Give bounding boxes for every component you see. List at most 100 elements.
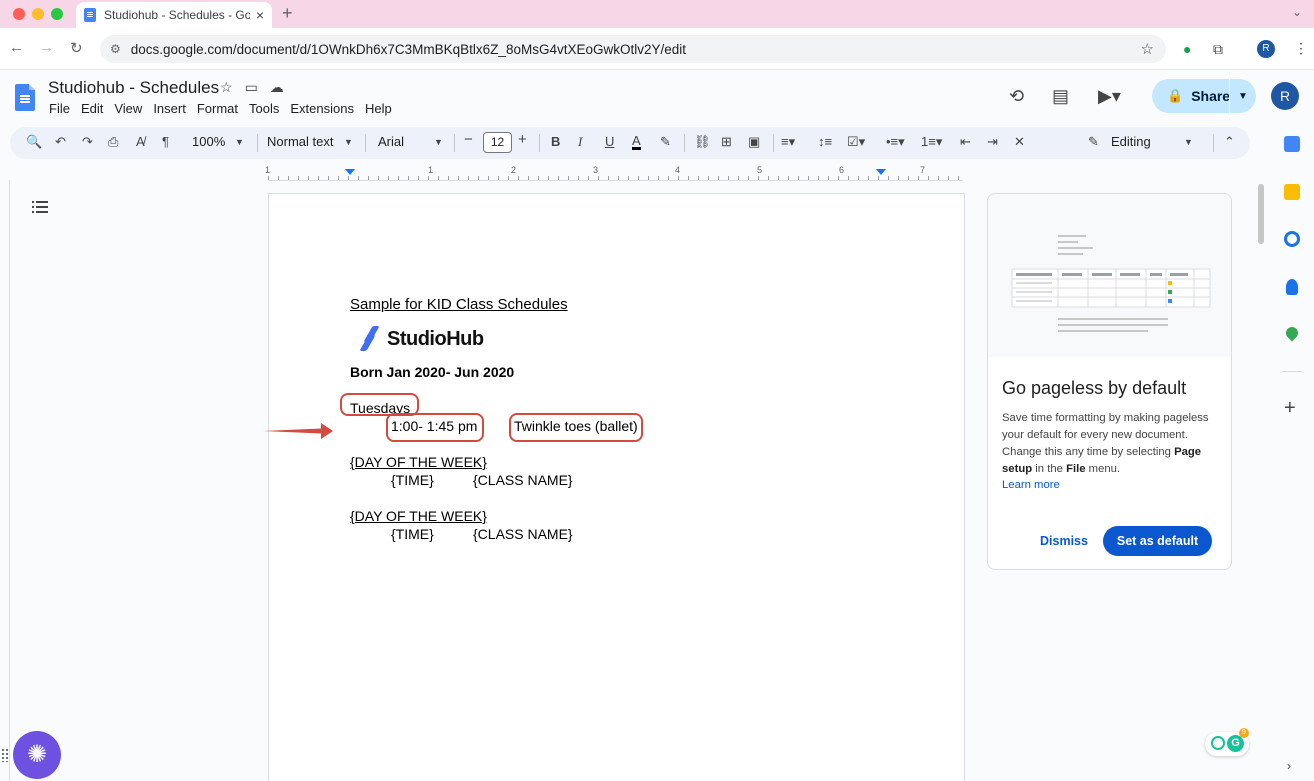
- collapse-toolbar-icon[interactable]: ⌃: [1224, 134, 1235, 150]
- drag-handle-icon[interactable]: [1, 748, 9, 762]
- ruler[interactable]: 1 1 2 3 4 5 6 7: [265, 165, 963, 181]
- assistant-fab-icon[interactable]: ✺: [13, 731, 61, 779]
- insert-link-icon[interactable]: ⛓: [694, 134, 711, 150]
- paragraph-style-select[interactable]: Normal text: [267, 134, 333, 149]
- menu-help[interactable]: Help: [365, 101, 392, 116]
- menu-tools[interactable]: Tools: [249, 101, 279, 116]
- grammarly-extension-icon[interactable]: ●: [1183, 41, 1191, 57]
- browser-tab[interactable]: Studiohub - Schedules - Goo ×: [76, 2, 272, 28]
- text-color-icon[interactable]: A: [632, 134, 641, 150]
- right-indent-marker[interactable]: [876, 169, 886, 175]
- style-dropdown-icon[interactable]: ▼: [344, 137, 353, 147]
- version-history-icon[interactable]: ⟲: [1009, 86, 1024, 107]
- checklist-icon[interactable]: ☑▾: [847, 134, 865, 150]
- share-dropdown-icon[interactable]: ▼: [1238, 91, 1248, 102]
- ruler-number: 4: [675, 165, 681, 175]
- menu-bar: File Edit View Insert Format Tools Exten…: [49, 101, 403, 116]
- menu-format[interactable]: Format: [197, 101, 238, 116]
- url-field[interactable]: ⚙ docs.google.com/document/d/1OWnkDh6x7C…: [100, 35, 1166, 63]
- numbered-list-icon[interactable]: 1≡▾: [921, 134, 942, 150]
- editing-pencil-icon[interactable]: ✎: [1088, 134, 1099, 150]
- browser-profile-avatar[interactable]: R: [1257, 40, 1275, 58]
- move-folder-icon[interactable]: ▭: [245, 79, 270, 95]
- hide-side-panel-icon[interactable]: ›: [1287, 759, 1291, 773]
- browser-menu-icon[interactable]: ⋮: [1294, 40, 1308, 57]
- forward-arrow-icon[interactable]: →: [39, 39, 54, 56]
- vertical-scrollbar[interactable]: [1258, 184, 1264, 244]
- underline-icon[interactable]: U: [605, 134, 614, 149]
- zoom-select[interactable]: 100%: [192, 134, 225, 149]
- document-title[interactable]: Studiohub - Schedules: [48, 78, 219, 98]
- italic-icon[interactable]: I: [578, 134, 582, 150]
- ruler-number: 1: [265, 165, 271, 175]
- contacts-icon[interactable]: [1286, 279, 1298, 295]
- clear-formatting-icon[interactable]: ✕: [1014, 134, 1025, 150]
- grammarly-widget[interactable]: G 9: [1205, 728, 1249, 756]
- maps-icon[interactable]: [1283, 324, 1301, 342]
- redo-icon[interactable]: ↷: [82, 134, 93, 150]
- highlight-color-icon[interactable]: ✎: [660, 134, 671, 150]
- tasks-icon[interactable]: [1284, 231, 1300, 247]
- print-icon[interactable]: ⎙: [108, 134, 118, 150]
- font-dropdown-icon[interactable]: ▼: [434, 137, 443, 147]
- line-spacing-icon[interactable]: ↕≡: [818, 134, 832, 149]
- side-panel: + ›: [1270, 127, 1314, 781]
- decrease-font-size-icon[interactable]: −: [464, 131, 473, 148]
- site-info-icon[interactable]: ⚙: [110, 42, 121, 56]
- editing-mode-select[interactable]: Editing: [1111, 134, 1151, 149]
- bold-icon[interactable]: B: [551, 134, 560, 149]
- menu-file[interactable]: File: [49, 101, 70, 116]
- bookmark-star-icon[interactable]: ☆: [1141, 40, 1154, 58]
- mode-dropdown-icon[interactable]: ▼: [1184, 137, 1193, 147]
- title-actions: ☆▭☁: [220, 79, 296, 96]
- menu-view[interactable]: View: [114, 101, 142, 116]
- born-line: Born Jan 2020- Jun 2020: [350, 364, 515, 380]
- set-as-default-button[interactable]: Set as default: [1103, 526, 1212, 556]
- new-tab-icon[interactable]: +: [282, 3, 293, 24]
- cloud-status-icon[interactable]: ☁: [270, 79, 296, 95]
- extensions-puzzle-icon[interactable]: ⧉: [1213, 41, 1223, 58]
- comments-icon[interactable]: ▤: [1052, 86, 1069, 107]
- paint-format-icon[interactable]: ¶: [162, 134, 169, 149]
- star-icon[interactable]: ☆: [220, 79, 245, 95]
- bulleted-list-icon[interactable]: •≡▾: [886, 134, 905, 150]
- increase-indent-icon[interactable]: ⇥: [987, 134, 998, 150]
- grammarly-tone-icon[interactable]: [1211, 736, 1225, 750]
- search-menus-icon[interactable]: 🔍: [26, 134, 42, 150]
- undo-icon[interactable]: ↶: [55, 134, 66, 150]
- close-window-button[interactable]: [13, 8, 25, 20]
- minimize-window-button[interactable]: [32, 8, 44, 20]
- decrease-indent-icon[interactable]: ⇤: [960, 134, 971, 150]
- user-avatar[interactable]: R: [1271, 82, 1299, 110]
- menu-edit[interactable]: Edit: [81, 101, 103, 116]
- spellcheck-icon[interactable]: A̸: [136, 134, 145, 149]
- font-size-input[interactable]: 12: [483, 132, 512, 153]
- insert-image-icon[interactable]: ▣: [748, 134, 760, 150]
- back-arrow-icon[interactable]: ←: [9, 39, 24, 56]
- left-indent-marker[interactable]: [345, 169, 355, 175]
- font-select[interactable]: Arial: [378, 134, 404, 149]
- menu-insert[interactable]: Insert: [153, 101, 186, 116]
- increase-font-size-icon[interactable]: +: [518, 131, 527, 148]
- time-placeholder-1: {TIME}: [391, 472, 434, 488]
- tab-close-icon[interactable]: ×: [256, 7, 264, 23]
- calendar-icon[interactable]: [1284, 136, 1300, 152]
- learn-more-link[interactable]: Learn more: [1002, 479, 1060, 491]
- docs-logo-icon[interactable]: [15, 84, 35, 111]
- share-button[interactable]: 🔒 Share ▼: [1152, 79, 1256, 113]
- maximize-window-button[interactable]: [51, 8, 63, 20]
- menu-extensions[interactable]: Extensions: [290, 101, 354, 116]
- document-outline-icon[interactable]: [32, 199, 48, 213]
- share-label: Share: [1191, 88, 1231, 104]
- tab-search-chevron-icon[interactable]: ⌄: [1292, 5, 1302, 19]
- class-placeholder-2: {CLASS NAME}: [473, 526, 573, 542]
- meet-camera-icon[interactable]: ▶▾: [1098, 86, 1121, 107]
- align-icon[interactable]: ≡▾: [781, 134, 795, 150]
- keep-icon[interactable]: [1284, 184, 1300, 200]
- get-add-ons-icon[interactable]: +: [1284, 397, 1296, 420]
- document-page[interactable]: Sample for KID Class Schedules StudioHub…: [268, 193, 965, 781]
- dismiss-button[interactable]: Dismiss: [1040, 534, 1088, 548]
- reload-icon[interactable]: ↻: [70, 39, 83, 57]
- add-comment-icon[interactable]: ⊞: [721, 134, 732, 150]
- zoom-dropdown-icon[interactable]: ▼: [235, 137, 244, 147]
